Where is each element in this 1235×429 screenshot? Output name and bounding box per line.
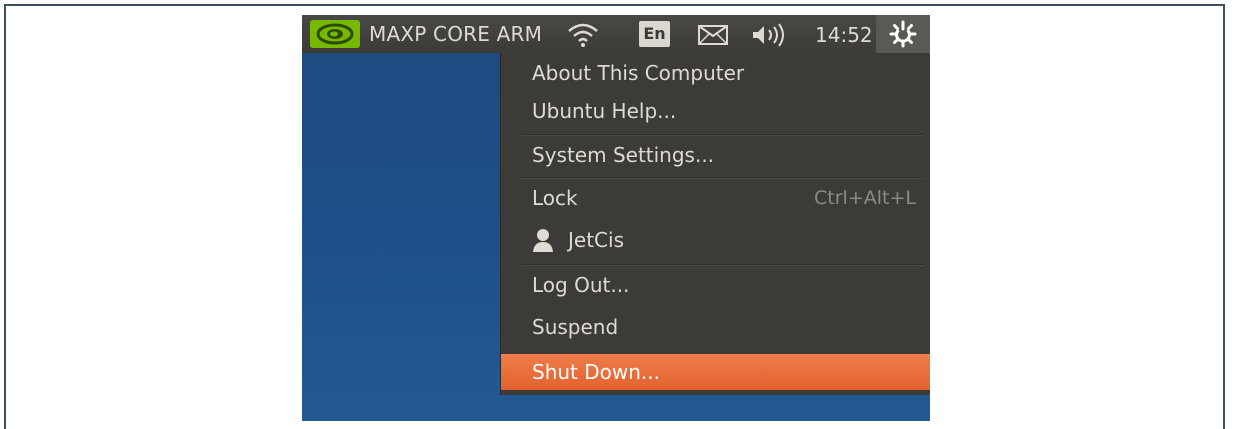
menu-item-label: Log Out... xyxy=(532,273,630,297)
mail-icon[interactable] xyxy=(698,25,728,45)
wifi-icon[interactable] xyxy=(566,22,600,48)
menu-separator xyxy=(521,134,923,136)
menu-separator xyxy=(521,177,923,179)
lock-shortcut: Ctrl+Alt+L xyxy=(814,187,916,209)
menu-item-label: Suspend xyxy=(532,315,619,339)
menu-item-label: Shut Down... xyxy=(532,360,660,384)
nvidia-logo-icon xyxy=(310,20,360,48)
menu-item-ubuntu-help[interactable]: Ubuntu Help... xyxy=(501,93,930,129)
menu-item-log-out[interactable]: Log Out... xyxy=(501,267,930,303)
app-title: MAXP CORE ARM xyxy=(369,22,543,46)
user-icon xyxy=(533,228,553,252)
gear-power-icon xyxy=(889,20,917,48)
menu-item-label: Lock xyxy=(532,186,578,210)
menu-item-label: Ubuntu Help... xyxy=(532,99,677,123)
menu-item-suspend[interactable]: Suspend xyxy=(501,309,930,345)
keyboard-layout-indicator[interactable]: En xyxy=(639,21,670,47)
menu-item-label: System Settings... xyxy=(532,143,715,167)
menu-item-label: About This Computer xyxy=(532,61,745,85)
ubuntu-desktop: MAXP CORE ARM En 14:52 About This Comput… xyxy=(302,15,930,421)
session-menu-button[interactable] xyxy=(876,15,930,53)
top-panel: MAXP CORE ARM En 14:52 xyxy=(302,15,930,53)
volume-icon[interactable] xyxy=(751,23,791,47)
menu-item-lock[interactable]: Lock Ctrl+Alt+L xyxy=(501,180,930,216)
menu-item-about-this-computer[interactable]: About This Computer xyxy=(501,55,930,91)
active-app[interactable]: MAXP CORE ARM xyxy=(310,20,542,48)
session-menu: About This Computer Ubuntu Help... Syste… xyxy=(500,53,930,395)
menu-item-shut-down[interactable]: Shut Down... xyxy=(501,354,930,390)
menu-separator xyxy=(521,264,923,266)
clock[interactable]: 14:52 xyxy=(815,23,873,47)
menu-item-user-jetcis[interactable]: JetCis xyxy=(501,222,930,258)
menu-item-system-settings[interactable]: System Settings... xyxy=(501,137,930,173)
menu-item-label: JetCis xyxy=(568,228,624,252)
